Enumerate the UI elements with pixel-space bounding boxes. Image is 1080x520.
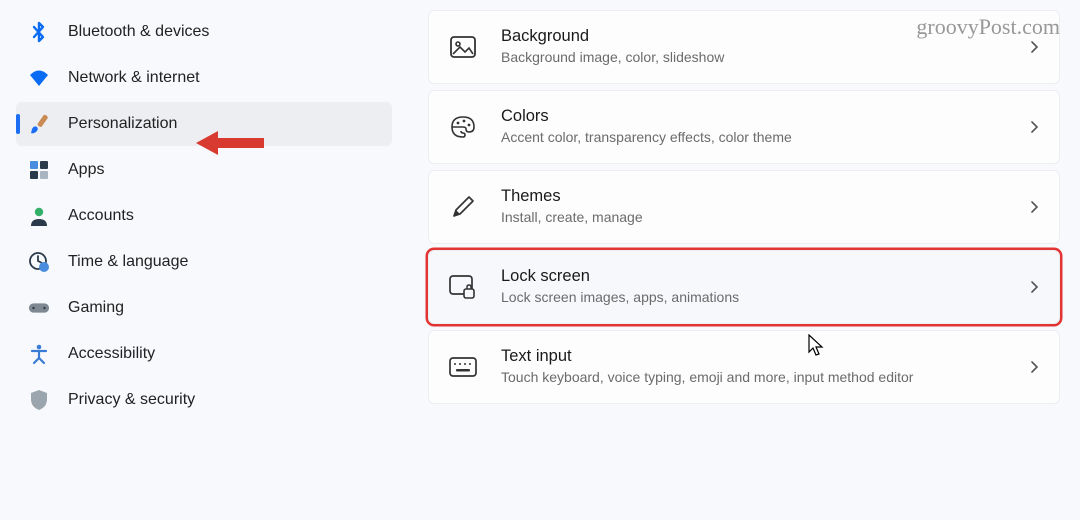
palette-icon bbox=[449, 113, 477, 141]
chevron-right-icon bbox=[1030, 200, 1039, 214]
card-subtitle: Background image, color, slideshow bbox=[501, 48, 1030, 67]
sidebar-item-gaming[interactable]: Gaming bbox=[16, 286, 392, 330]
card-title: Background bbox=[501, 27, 1030, 46]
card-background[interactable]: Background Background image, color, slid… bbox=[428, 10, 1060, 84]
card-subtitle: Touch keyboard, voice typing, emoji and … bbox=[501, 368, 1030, 387]
sidebar-item-network[interactable]: Network & internet bbox=[16, 56, 392, 100]
gamepad-icon bbox=[28, 297, 50, 319]
sidebar-item-bluetooth[interactable]: Bluetooth & devices bbox=[16, 10, 392, 54]
sidebar-item-label: Network & internet bbox=[68, 69, 200, 87]
clock-globe-icon bbox=[28, 251, 50, 273]
sidebar-item-accessibility[interactable]: Accessibility bbox=[16, 332, 392, 376]
card-subtitle: Install, create, manage bbox=[501, 208, 1030, 227]
sidebar-item-label: Accessibility bbox=[68, 345, 155, 363]
settings-sidebar: Bluetooth & devices Network & internet P… bbox=[0, 0, 400, 520]
sidebar-item-time-language[interactable]: Time & language bbox=[16, 240, 392, 284]
card-title: Lock screen bbox=[501, 267, 1030, 286]
paintbrush-icon bbox=[28, 113, 50, 135]
sidebar-item-label: Gaming bbox=[68, 299, 124, 317]
card-subtitle: Lock screen images, apps, animations bbox=[501, 288, 1030, 307]
settings-main-panel: Background Background image, color, slid… bbox=[400, 0, 1080, 520]
accessibility-icon bbox=[28, 343, 50, 365]
card-title: Themes bbox=[501, 187, 1030, 206]
sidebar-item-label: Time & language bbox=[68, 253, 188, 271]
sidebar-item-label: Accounts bbox=[68, 207, 134, 225]
sidebar-item-personalization[interactable]: Personalization bbox=[16, 102, 392, 146]
shield-icon bbox=[28, 389, 50, 411]
keyboard-icon bbox=[449, 353, 477, 381]
chevron-right-icon bbox=[1030, 40, 1039, 54]
sidebar-item-privacy[interactable]: Privacy & security bbox=[16, 378, 392, 422]
sidebar-item-apps[interactable]: Apps bbox=[16, 148, 392, 192]
card-subtitle: Accent color, transparency effects, colo… bbox=[501, 128, 1030, 147]
apps-icon bbox=[28, 159, 50, 181]
pen-icon bbox=[449, 193, 477, 221]
card-title: Text input bbox=[501, 347, 1030, 366]
sidebar-item-label: Apps bbox=[68, 161, 104, 179]
card-title: Colors bbox=[501, 107, 1030, 126]
chevron-right-icon bbox=[1030, 280, 1039, 294]
person-icon bbox=[28, 205, 50, 227]
sidebar-item-accounts[interactable]: Accounts bbox=[16, 194, 392, 238]
chevron-right-icon bbox=[1030, 120, 1039, 134]
sidebar-item-label: Personalization bbox=[68, 115, 177, 133]
lock-screen-icon bbox=[449, 273, 477, 301]
wifi-icon bbox=[28, 67, 50, 89]
sidebar-item-label: Privacy & security bbox=[68, 391, 195, 409]
card-text-input[interactable]: Text input Touch keyboard, voice typing,… bbox=[428, 330, 1060, 404]
chevron-right-icon bbox=[1030, 360, 1039, 374]
card-lock-screen[interactable]: Lock screen Lock screen images, apps, an… bbox=[428, 250, 1060, 324]
image-icon bbox=[449, 33, 477, 61]
bluetooth-icon bbox=[28, 21, 50, 43]
card-themes[interactable]: Themes Install, create, manage bbox=[428, 170, 1060, 244]
card-colors[interactable]: Colors Accent color, transparency effect… bbox=[428, 90, 1060, 164]
sidebar-item-label: Bluetooth & devices bbox=[68, 23, 209, 41]
